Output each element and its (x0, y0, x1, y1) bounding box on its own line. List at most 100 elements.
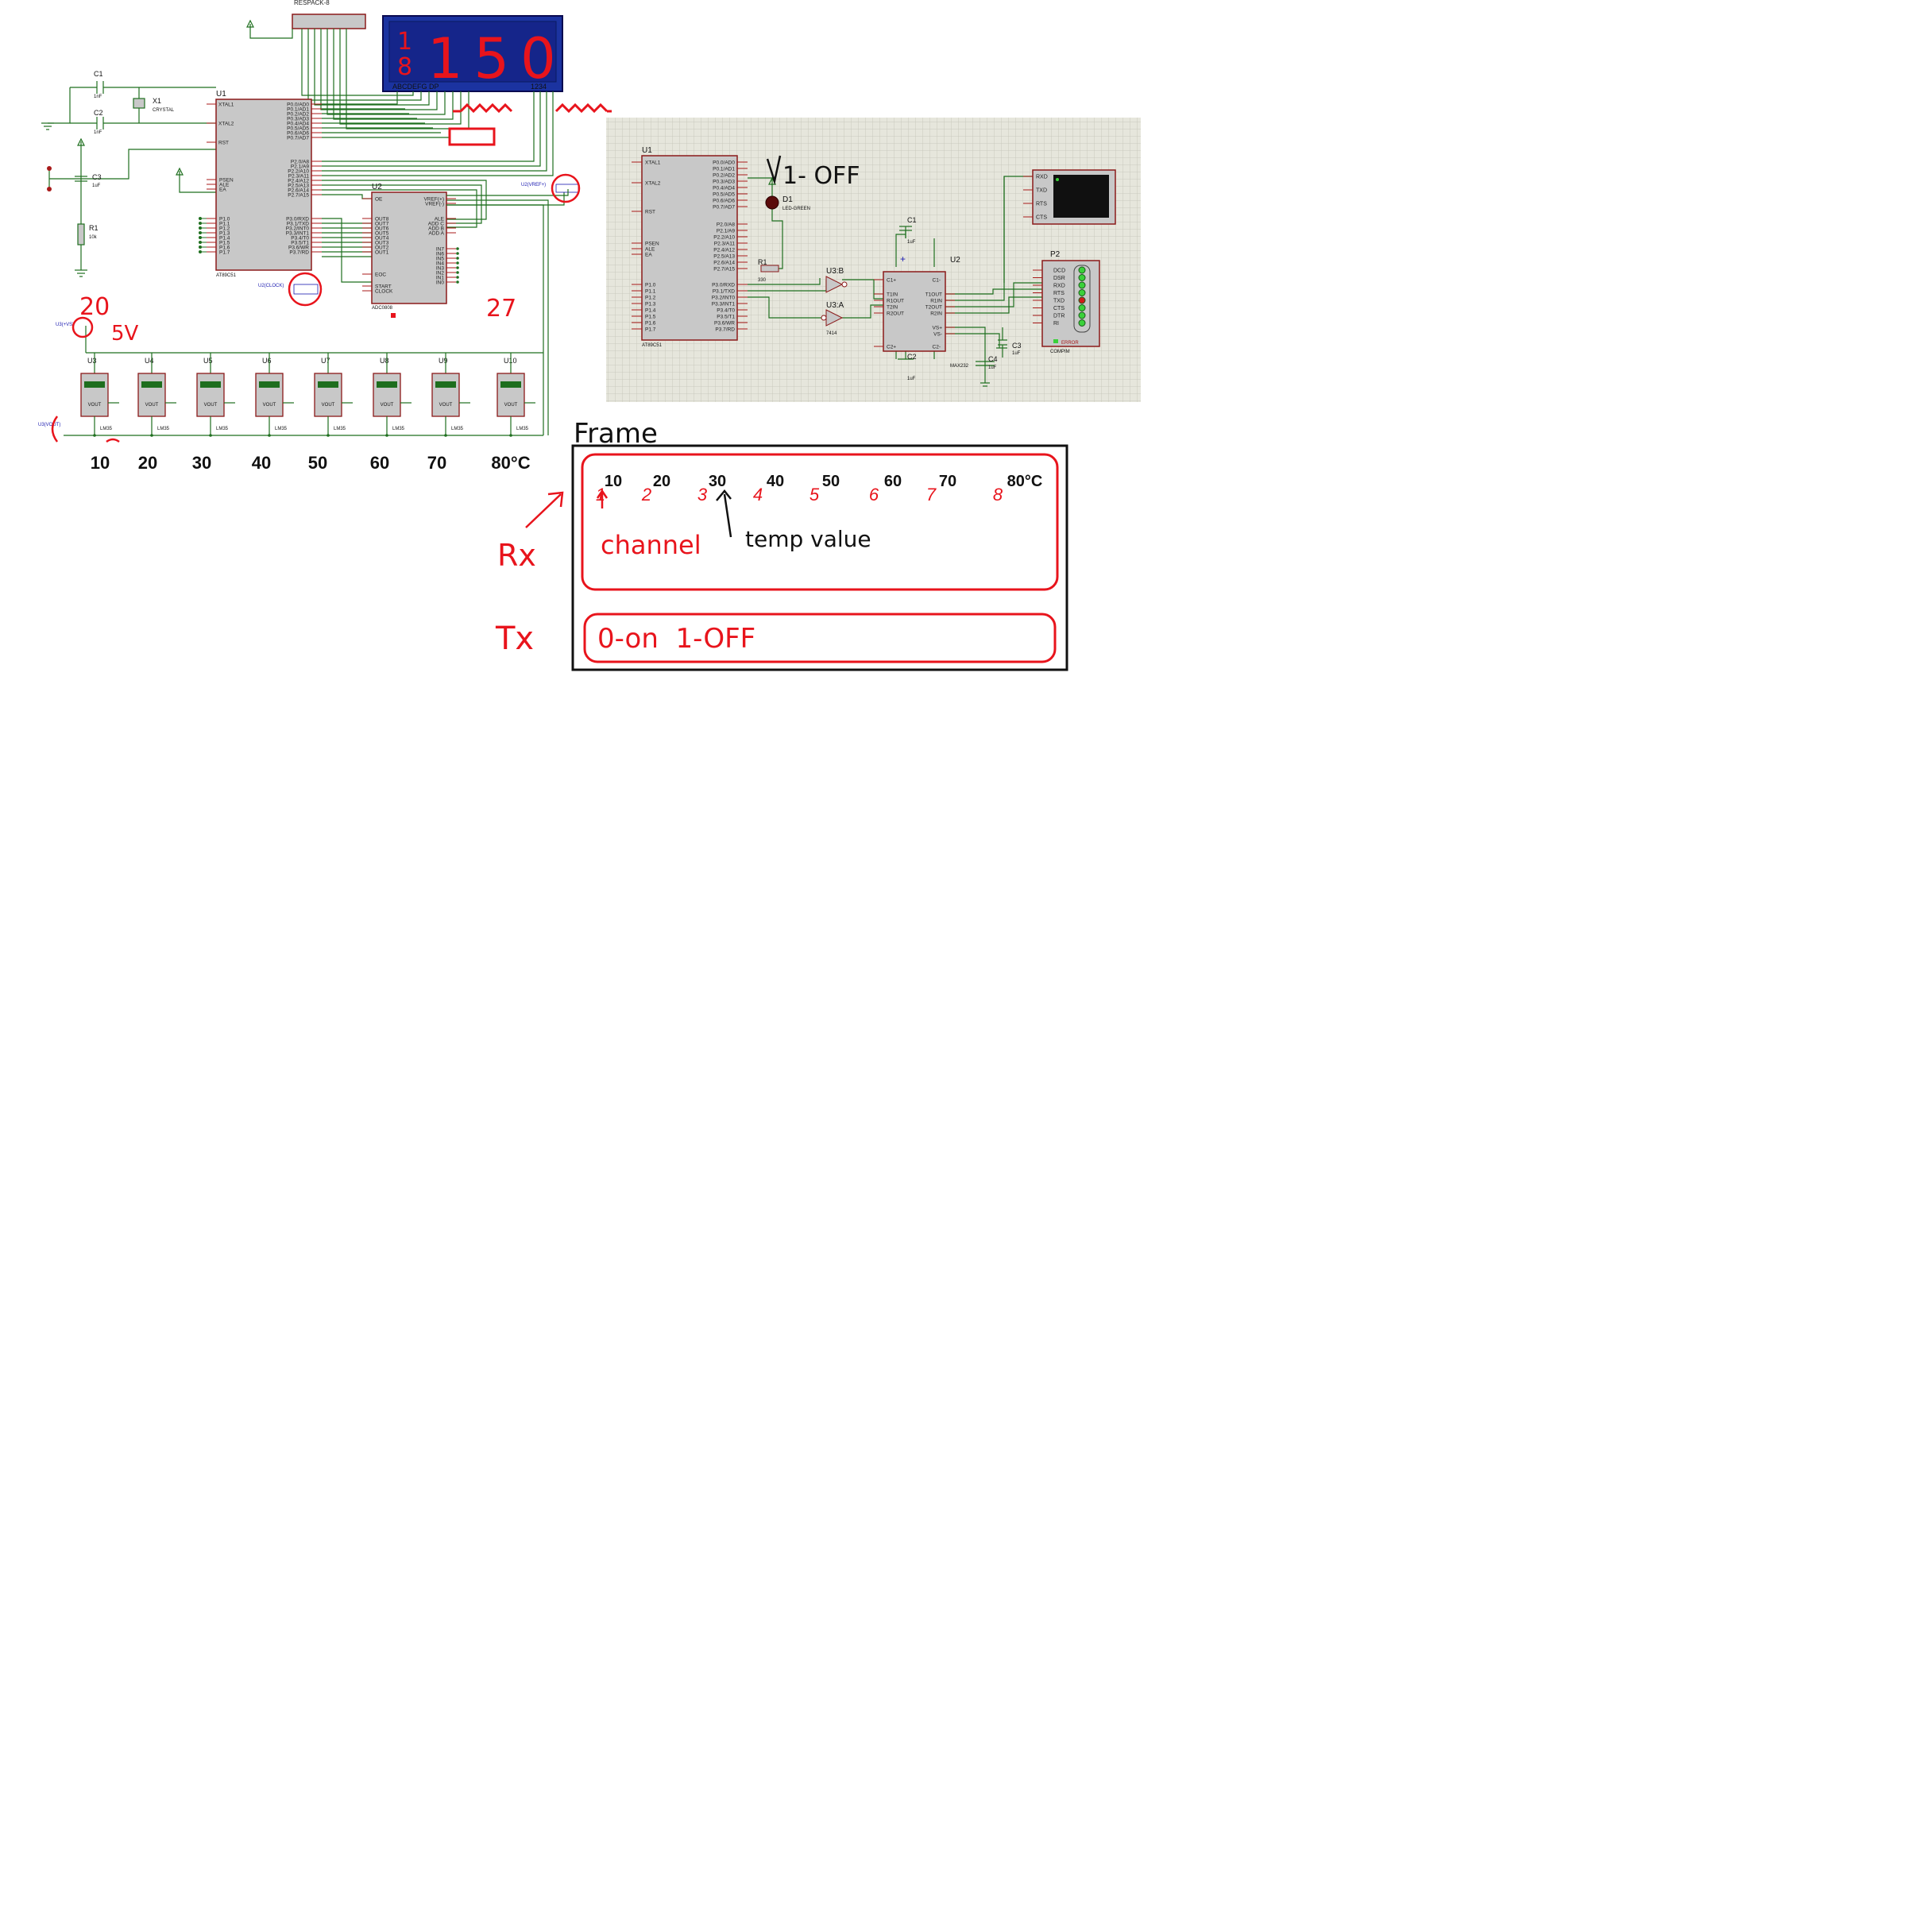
adc-marker (391, 313, 396, 318)
terminal-screen (1053, 175, 1109, 218)
r1-value: 10k (89, 235, 98, 240)
sensor-temp-label: 10 (91, 453, 110, 473)
lm35-sensor (497, 373, 525, 417)
left-schematic: RESPACK-8 1 8 150 ABCDEFG DP 1234 C1 1nF… (38, 0, 579, 473)
frame-channel-label: 7 (926, 485, 937, 505)
sensor-part: LM35 (392, 427, 405, 431)
u3-vout-probe-label: U3(VOUT) (38, 423, 60, 427)
pin-label: P0.0/AD0 (713, 160, 735, 165)
lm35-sensor (196, 373, 225, 417)
pin-label: OE (375, 196, 383, 202)
pin-label: P3.3/INT1 (712, 301, 736, 307)
pin-label: P2.7/A15 (288, 192, 309, 198)
frame-temp-label: 60 (884, 473, 902, 490)
sensor-ref: U9 (439, 357, 448, 365)
x1-value: CRYSTAL (153, 108, 175, 113)
sensor-temp-label: 70 (427, 453, 446, 473)
junction-dot (456, 261, 459, 265)
display-value: 150 (427, 26, 567, 91)
frame-channel-label: 8 (993, 485, 1003, 505)
junction-dot (456, 271, 459, 274)
r-c1-label: C1 (907, 216, 917, 224)
pin-label: P0.2/AD2 (713, 172, 735, 178)
pin-label: P0.6/AD6 (713, 198, 735, 203)
pin-label: P2.3/A11 (714, 241, 736, 246)
pin-label: EA (645, 252, 652, 257)
annotation-27: 27 (486, 295, 516, 323)
lm35-sensor (137, 373, 166, 417)
compim-error: ERROR (1061, 341, 1079, 346)
compim-pin-label: CTS (1053, 306, 1065, 311)
pin-label: P3.7/RD (715, 327, 735, 332)
compim-pin-label: TXD (1053, 299, 1065, 304)
pin-label: P3.0/RXD (712, 282, 735, 288)
sensor-temp-label: 30 (192, 453, 211, 473)
compim-led (1078, 319, 1086, 327)
c2-value: 1nF (94, 130, 102, 135)
schematic-canvas: RESPACK-8 1 8 150 ABCDEFG DP 1234 C1 1nF… (38, 0, 1141, 671)
max232-part: MAX232 (950, 364, 969, 369)
sensor-ref: U10 (504, 357, 517, 365)
junction-dot (456, 266, 459, 269)
sensor-part: LM35 (275, 427, 288, 431)
rx-arrow-icon (525, 491, 564, 528)
terminal-pin-label: TXD (1036, 188, 1047, 194)
pin-label: P1.3 (645, 301, 656, 307)
channel-label: channel (601, 530, 701, 560)
u2-ref: U2 (372, 183, 382, 191)
sensor-temp-label: 80°C (491, 453, 530, 473)
lm35-sensor-row: U3 VOUT LM35 U4 VOUT LM35 U5 VOUT LM35 U6 VOUT LM35… (80, 353, 535, 437)
pin-label: R2OUT (887, 311, 904, 316)
reset-button-icon (47, 166, 52, 171)
sensor-part: LM35 (157, 427, 170, 431)
pin-label: P1.4 (645, 307, 656, 313)
sensor-part: LM35 (216, 427, 229, 431)
pin-label: XTAL1 (218, 102, 234, 107)
pin-label: ALE (645, 246, 655, 252)
r-c1-value: 1uF (907, 240, 916, 245)
u1-right-pins: P0.0/AD0P0.1/AD1P0.2/AD2P0.3/AD3P0.4/AD4… (286, 102, 322, 255)
frame-temp-label: 80°C (1007, 473, 1043, 490)
compim-led (1078, 311, 1086, 319)
sensor-temp-label: 40 (252, 453, 271, 473)
pin-label: T2IN (887, 304, 898, 310)
lm35-sensor (314, 373, 342, 417)
gate-u3b-label: U3:B (826, 267, 844, 276)
pin-label: VS+ (933, 325, 943, 331)
max232-ref: U2 (950, 256, 960, 265)
pin-label: P3.7/RD (289, 249, 309, 255)
pin-label: ADD A (428, 230, 444, 236)
sensor-ref: U3 (87, 357, 97, 365)
compim-part: COMPIM (1050, 350, 1070, 354)
compim-pin-label: RTS (1053, 291, 1065, 296)
pin-label: C1+ (887, 277, 896, 283)
respack-body (292, 14, 366, 29)
pin-label: P2.0/A8 (717, 222, 736, 227)
pin-label: P3.5/T1 (717, 314, 735, 319)
r-c3-value: 1uF (1012, 351, 1021, 356)
gate-part-label: 7414 (826, 331, 837, 336)
frame-temp-label: 10 (605, 473, 622, 490)
r-c3-label: C3 (1012, 342, 1022, 350)
lm35-sensor (373, 373, 401, 417)
tx-label: Tx (495, 621, 534, 657)
r-r1-ref: R1 (758, 258, 767, 266)
sensor-ref: U7 (321, 357, 330, 365)
led-d1-icon (765, 195, 779, 210)
sensor-temp-label: 20 (138, 453, 157, 473)
clock-probe[interactable] (293, 284, 319, 295)
pin-label: P2.6/A14 (713, 260, 735, 265)
sensor-part: LM35 (516, 427, 529, 431)
r-c2-value: 1uF (907, 377, 916, 381)
pin-label: EA (219, 187, 226, 192)
r-r1-val: 330 (758, 278, 767, 283)
pin-label: XTAL2 (218, 121, 234, 126)
sensor-part: LM35 (451, 427, 464, 431)
sensor-part: LM35 (334, 427, 346, 431)
terminal-pin-label: RXD (1036, 175, 1048, 180)
vref-probe[interactable] (555, 184, 579, 193)
compim-led (1078, 274, 1086, 281)
vref-probe-label: U2(VREF+) (521, 183, 546, 188)
pin-label: R1OUT (887, 298, 904, 303)
c1-label: C1 (94, 70, 103, 78)
